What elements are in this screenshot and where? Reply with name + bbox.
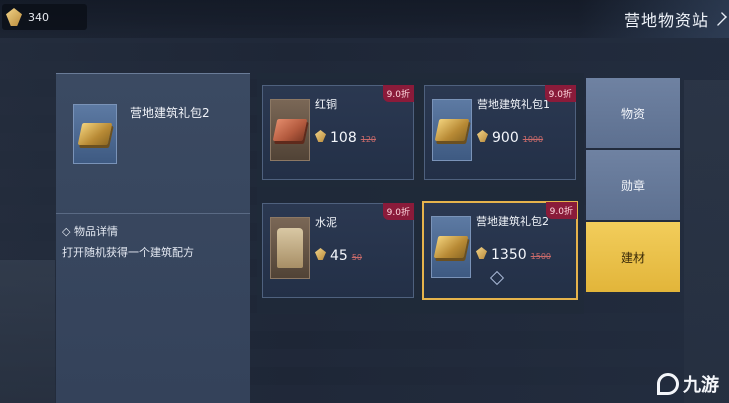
- item-thumbnail: [432, 99, 472, 161]
- background-shelf-left: [0, 260, 55, 403]
- item-detail-panel: 营地建筑礼包2 ◇ 物品详情 打开随机获得一个建筑配方: [56, 73, 250, 403]
- item-grid: 红铜 108 120 9.0折 营地建筑礼包1 900 1000 9.0折 水泥…: [257, 73, 584, 314]
- item-thumbnail: [431, 216, 471, 278]
- crystal-currency-icon: [315, 130, 326, 142]
- item-old-price: 50: [351, 253, 363, 262]
- top-bar: 340 营地物资站: [0, 0, 729, 38]
- item-price: 45: [330, 248, 348, 264]
- detail-description: 打开随机获得一个建筑配方: [62, 246, 194, 259]
- crystal-currency-icon: [315, 248, 326, 260]
- detail-section-title: ◇ 物品详情: [62, 225, 118, 238]
- item-price: 108: [330, 130, 357, 146]
- price-row: 45 50: [315, 248, 362, 264]
- selection-diamond-icon: [489, 270, 505, 286]
- crystal-currency-icon: [6, 8, 22, 26]
- item-thumbnail: [270, 217, 310, 279]
- shop-item-card[interactable]: 红铜 108 120 9.0折: [262, 85, 414, 180]
- item-name: 营地建筑礼包2: [476, 215, 549, 228]
- detail-header: 营地建筑礼包2: [56, 74, 250, 214]
- item-old-price: 1000: [522, 135, 544, 144]
- crystal-currency-icon: [477, 130, 488, 142]
- detail-item-name: 营地建筑礼包2: [130, 106, 210, 120]
- item-old-price: 1500: [530, 252, 551, 261]
- price-row: 1350 1500: [476, 247, 551, 263]
- shop-title: 营地物资站: [623, 11, 709, 30]
- detail-item-thumbnail: [73, 104, 117, 164]
- gold-bar-icon: [434, 119, 470, 141]
- discount-badge: 9.0折: [382, 203, 414, 220]
- shop-item-card[interactable]: 营地建筑礼包1 900 1000 9.0折: [424, 85, 576, 180]
- cement-bag-icon: [277, 228, 303, 268]
- shop-item-card-selected[interactable]: 营地建筑礼包2 1350 1500 9.0折: [422, 201, 578, 300]
- gold-bar-icon: [433, 236, 469, 258]
- background-shelf-right: [684, 80, 729, 403]
- tab-label: 物资: [620, 106, 645, 121]
- crystal-currency-icon: [476, 247, 487, 259]
- discount-badge: 9.0折: [545, 202, 577, 219]
- chevron-right-icon[interactable]: [713, 12, 727, 26]
- item-price: 1350: [491, 247, 527, 263]
- price-row: 108 120: [315, 130, 376, 146]
- item-thumbnail: [270, 99, 310, 161]
- price-row: 900 1000: [477, 130, 543, 146]
- item-name: 水泥: [315, 216, 337, 229]
- watermark-text: 九游: [683, 375, 719, 396]
- shop-item-card[interactable]: 水泥 45 50 9.0折: [262, 203, 414, 298]
- tab-label: 建材: [620, 250, 645, 265]
- discount-badge: 9.0折: [544, 85, 576, 102]
- currency-display: 340: [2, 4, 87, 30]
- tab-label: 勋章: [620, 178, 645, 193]
- copper-ingot-icon: [272, 119, 308, 141]
- tab-supplies[interactable]: 物资: [586, 78, 680, 148]
- tab-building-materials[interactable]: 建材: [586, 222, 680, 292]
- item-old-price: 120: [360, 135, 377, 144]
- watermark: 九游: [657, 371, 719, 397]
- gold-bar-icon: [77, 123, 113, 145]
- nineyou-logo-icon: [657, 373, 679, 395]
- discount-badge: 9.0折: [382, 85, 414, 102]
- currency-value: 340: [28, 10, 49, 24]
- item-name: 红铜: [315, 98, 337, 111]
- shop-title-bar[interactable]: 营地物资站: [579, 0, 729, 38]
- category-tabs: 物资 勋章 建材: [586, 78, 682, 292]
- item-name: 营地建筑礼包1: [477, 98, 550, 111]
- item-price: 900: [492, 130, 519, 146]
- tab-medals[interactable]: 勋章: [586, 150, 680, 220]
